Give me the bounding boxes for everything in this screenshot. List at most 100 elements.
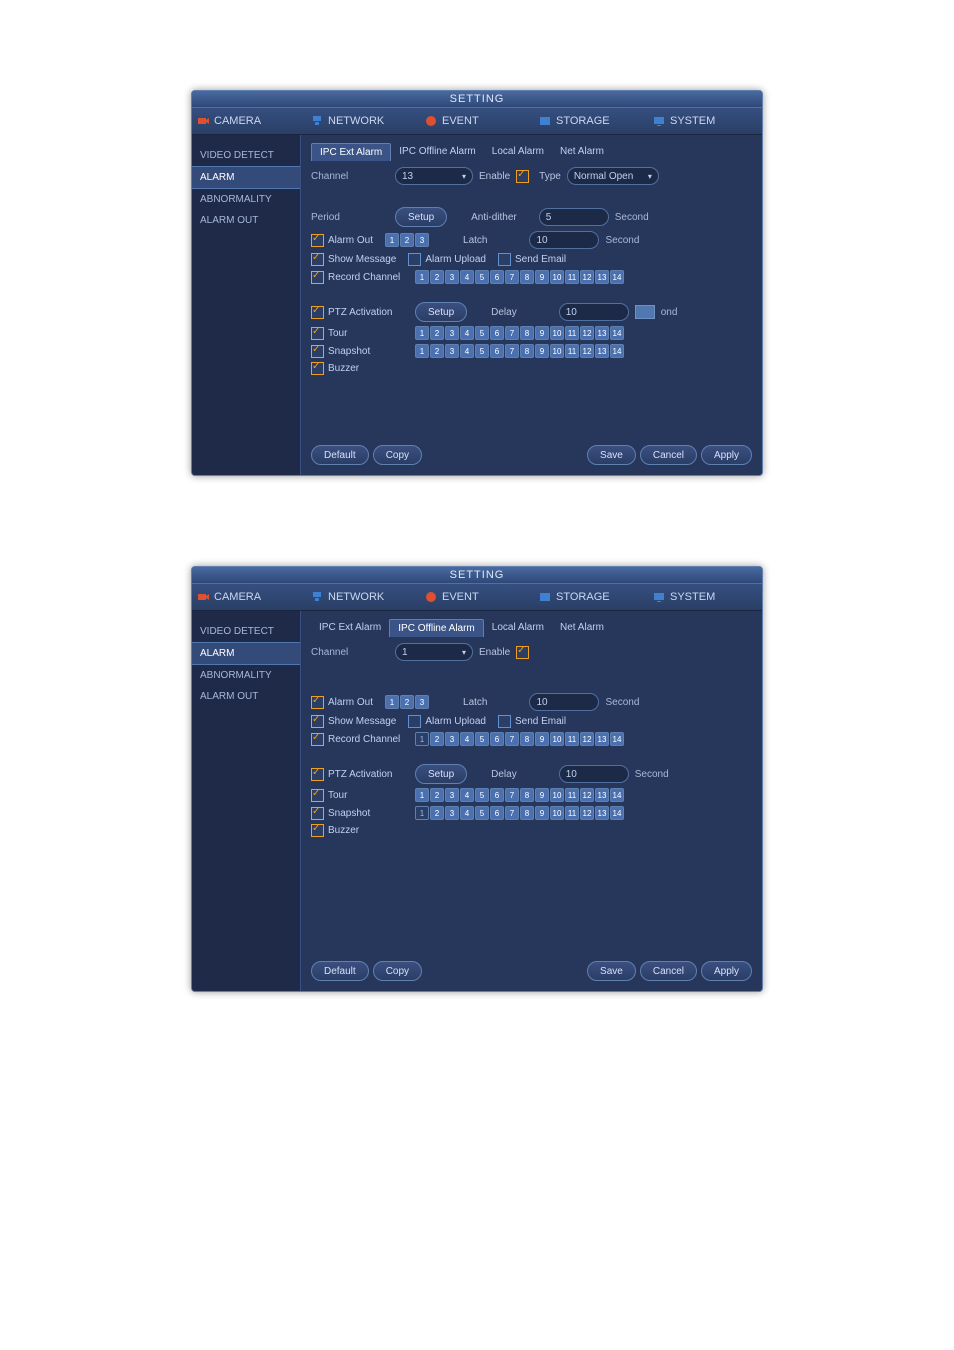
copy-button[interactable]: Copy <box>373 445 422 465</box>
channel-11[interactable]: 11 <box>565 788 579 802</box>
tour-channels[interactable]: 1234567891011121314 <box>415 788 624 802</box>
channel-12[interactable]: 12 <box>580 788 594 802</box>
apply-button[interactable]: Apply <box>701 961 752 981</box>
channel-10[interactable]: 10 <box>550 788 564 802</box>
default-button[interactable]: Default <box>311 961 369 981</box>
channel-14[interactable]: 14 <box>610 732 624 746</box>
alarmupload-checkbox[interactable] <box>408 715 421 728</box>
channel-10[interactable]: 10 <box>550 270 564 284</box>
subtab-local-alarm[interactable]: Local Alarm <box>484 619 552 637</box>
channel-7[interactable]: 7 <box>505 270 519 284</box>
channel-8[interactable]: 8 <box>520 344 534 358</box>
channel-8[interactable]: 8 <box>520 326 534 340</box>
channel-2[interactable]: 2 <box>430 326 444 340</box>
showmsg-checkbox[interactable] <box>311 715 324 728</box>
channel-4[interactable]: 4 <box>460 326 474 340</box>
channel-8[interactable]: 8 <box>520 270 534 284</box>
tour-checkbox[interactable] <box>311 789 324 802</box>
tab-event[interactable]: EVENT <box>420 108 534 134</box>
channel-13[interactable]: 13 <box>595 788 609 802</box>
channel-13[interactable]: 13 <box>595 326 609 340</box>
channel-2[interactable]: 2 <box>430 732 444 746</box>
channel-9[interactable]: 9 <box>535 344 549 358</box>
tab-storage[interactable]: STORAGE <box>534 108 648 134</box>
channel-9[interactable]: 9 <box>535 270 549 284</box>
channel-7[interactable]: 7 <box>505 732 519 746</box>
sidebar-item-alarm[interactable]: ALARM <box>192 166 300 189</box>
subtab-local-alarm[interactable]: Local Alarm <box>484 143 552 161</box>
buzzer-checkbox[interactable] <box>311 824 324 837</box>
sidebar-item-abnormality[interactable]: ABNORMALITY <box>192 189 300 210</box>
channel-4[interactable]: 4 <box>460 270 474 284</box>
alarmout-channels[interactable]: 123 <box>385 233 429 247</box>
channel-1[interactable]: 1 <box>415 270 429 284</box>
snapshot-checkbox[interactable] <box>311 807 324 820</box>
channel-4[interactable]: 4 <box>460 344 474 358</box>
channel-3[interactable]: 3 <box>415 233 429 247</box>
sidebar-item-video-detect[interactable]: VIDEO DETECT <box>192 145 300 166</box>
subtab-net-alarm[interactable]: Net Alarm <box>552 143 612 161</box>
tab-event[interactable]: EVENT <box>420 584 534 610</box>
subtab-ipc-ext-alarm[interactable]: IPC Ext Alarm <box>311 619 389 637</box>
tab-camera[interactable]: CAMERA <box>192 584 306 610</box>
channel-3[interactable]: 3 <box>445 788 459 802</box>
channel-1[interactable]: 1 <box>415 732 429 746</box>
sendemail-checkbox[interactable] <box>498 253 511 266</box>
sidebar-item-alarm-out[interactable]: ALARM OUT <box>192 210 300 231</box>
channel-11[interactable]: 11 <box>565 344 579 358</box>
tour-channels[interactable]: 1234567891011121314 <box>415 326 624 340</box>
subtab-ipc-offline-alarm[interactable]: IPC Offline Alarm <box>391 143 484 161</box>
channel-10[interactable]: 10 <box>550 344 564 358</box>
channel-14[interactable]: 14 <box>610 788 624 802</box>
channel-3[interactable]: 3 <box>445 326 459 340</box>
showmsg-checkbox[interactable] <box>311 253 324 266</box>
tab-system[interactable]: SYSTEM <box>648 108 762 134</box>
cancel-button[interactable]: Cancel <box>640 445 697 465</box>
channel-3[interactable]: 3 <box>445 732 459 746</box>
channel-2[interactable]: 2 <box>430 806 444 820</box>
subtab-ipc-ext-alarm[interactable]: IPC Ext Alarm <box>311 143 391 161</box>
channel-13[interactable]: 13 <box>595 806 609 820</box>
channel-3[interactable]: 3 <box>415 695 429 709</box>
channel-11[interactable]: 11 <box>565 806 579 820</box>
copy-button[interactable]: Copy <box>373 961 422 981</box>
channel-8[interactable]: 8 <box>520 806 534 820</box>
channel-14[interactable]: 14 <box>610 326 624 340</box>
channel-1[interactable]: 1 <box>385 233 399 247</box>
subtab-net-alarm[interactable]: Net Alarm <box>552 619 612 637</box>
channel-12[interactable]: 12 <box>580 806 594 820</box>
channel-13[interactable]: 13 <box>595 270 609 284</box>
default-button[interactable]: Default <box>311 445 369 465</box>
channel-2[interactable]: 2 <box>430 788 444 802</box>
sendemail-checkbox[interactable] <box>498 715 511 728</box>
channel-7[interactable]: 7 <box>505 326 519 340</box>
channel-3[interactable]: 3 <box>445 270 459 284</box>
channel-5[interactable]: 5 <box>475 788 489 802</box>
channel-12[interactable]: 12 <box>580 326 594 340</box>
channel-6[interactable]: 6 <box>490 270 504 284</box>
channel-2[interactable]: 2 <box>430 344 444 358</box>
recordch-channels[interactable]: 1234567891011121314 <box>415 270 624 284</box>
channel-6[interactable]: 6 <box>490 732 504 746</box>
ptz-checkbox[interactable] <box>311 306 324 319</box>
channel-5[interactable]: 5 <box>475 326 489 340</box>
delay-input[interactable]: 10 <box>559 765 629 783</box>
channel-6[interactable]: 6 <box>490 788 504 802</box>
channel-11[interactable]: 11 <box>565 270 579 284</box>
channel-12[interactable]: 12 <box>580 344 594 358</box>
channel-1[interactable]: 1 <box>385 695 399 709</box>
channel-2[interactable]: 2 <box>430 270 444 284</box>
channel-9[interactable]: 9 <box>535 732 549 746</box>
buzzer-checkbox[interactable] <box>311 362 324 375</box>
delay-input[interactable]: 10 <box>559 303 629 321</box>
tab-network[interactable]: NETWORK <box>306 584 420 610</box>
channel-4[interactable]: 4 <box>460 806 474 820</box>
antidither-input[interactable]: 5 <box>539 208 609 226</box>
channel-8[interactable]: 8 <box>520 788 534 802</box>
enable-checkbox[interactable] <box>516 170 529 183</box>
channel-5[interactable]: 5 <box>475 806 489 820</box>
sidebar-item-video-detect[interactable]: VIDEO DETECT <box>192 621 300 642</box>
latch-input[interactable]: 10 <box>529 231 599 249</box>
channel-5[interactable]: 5 <box>475 732 489 746</box>
channel-1[interactable]: 1 <box>415 344 429 358</box>
